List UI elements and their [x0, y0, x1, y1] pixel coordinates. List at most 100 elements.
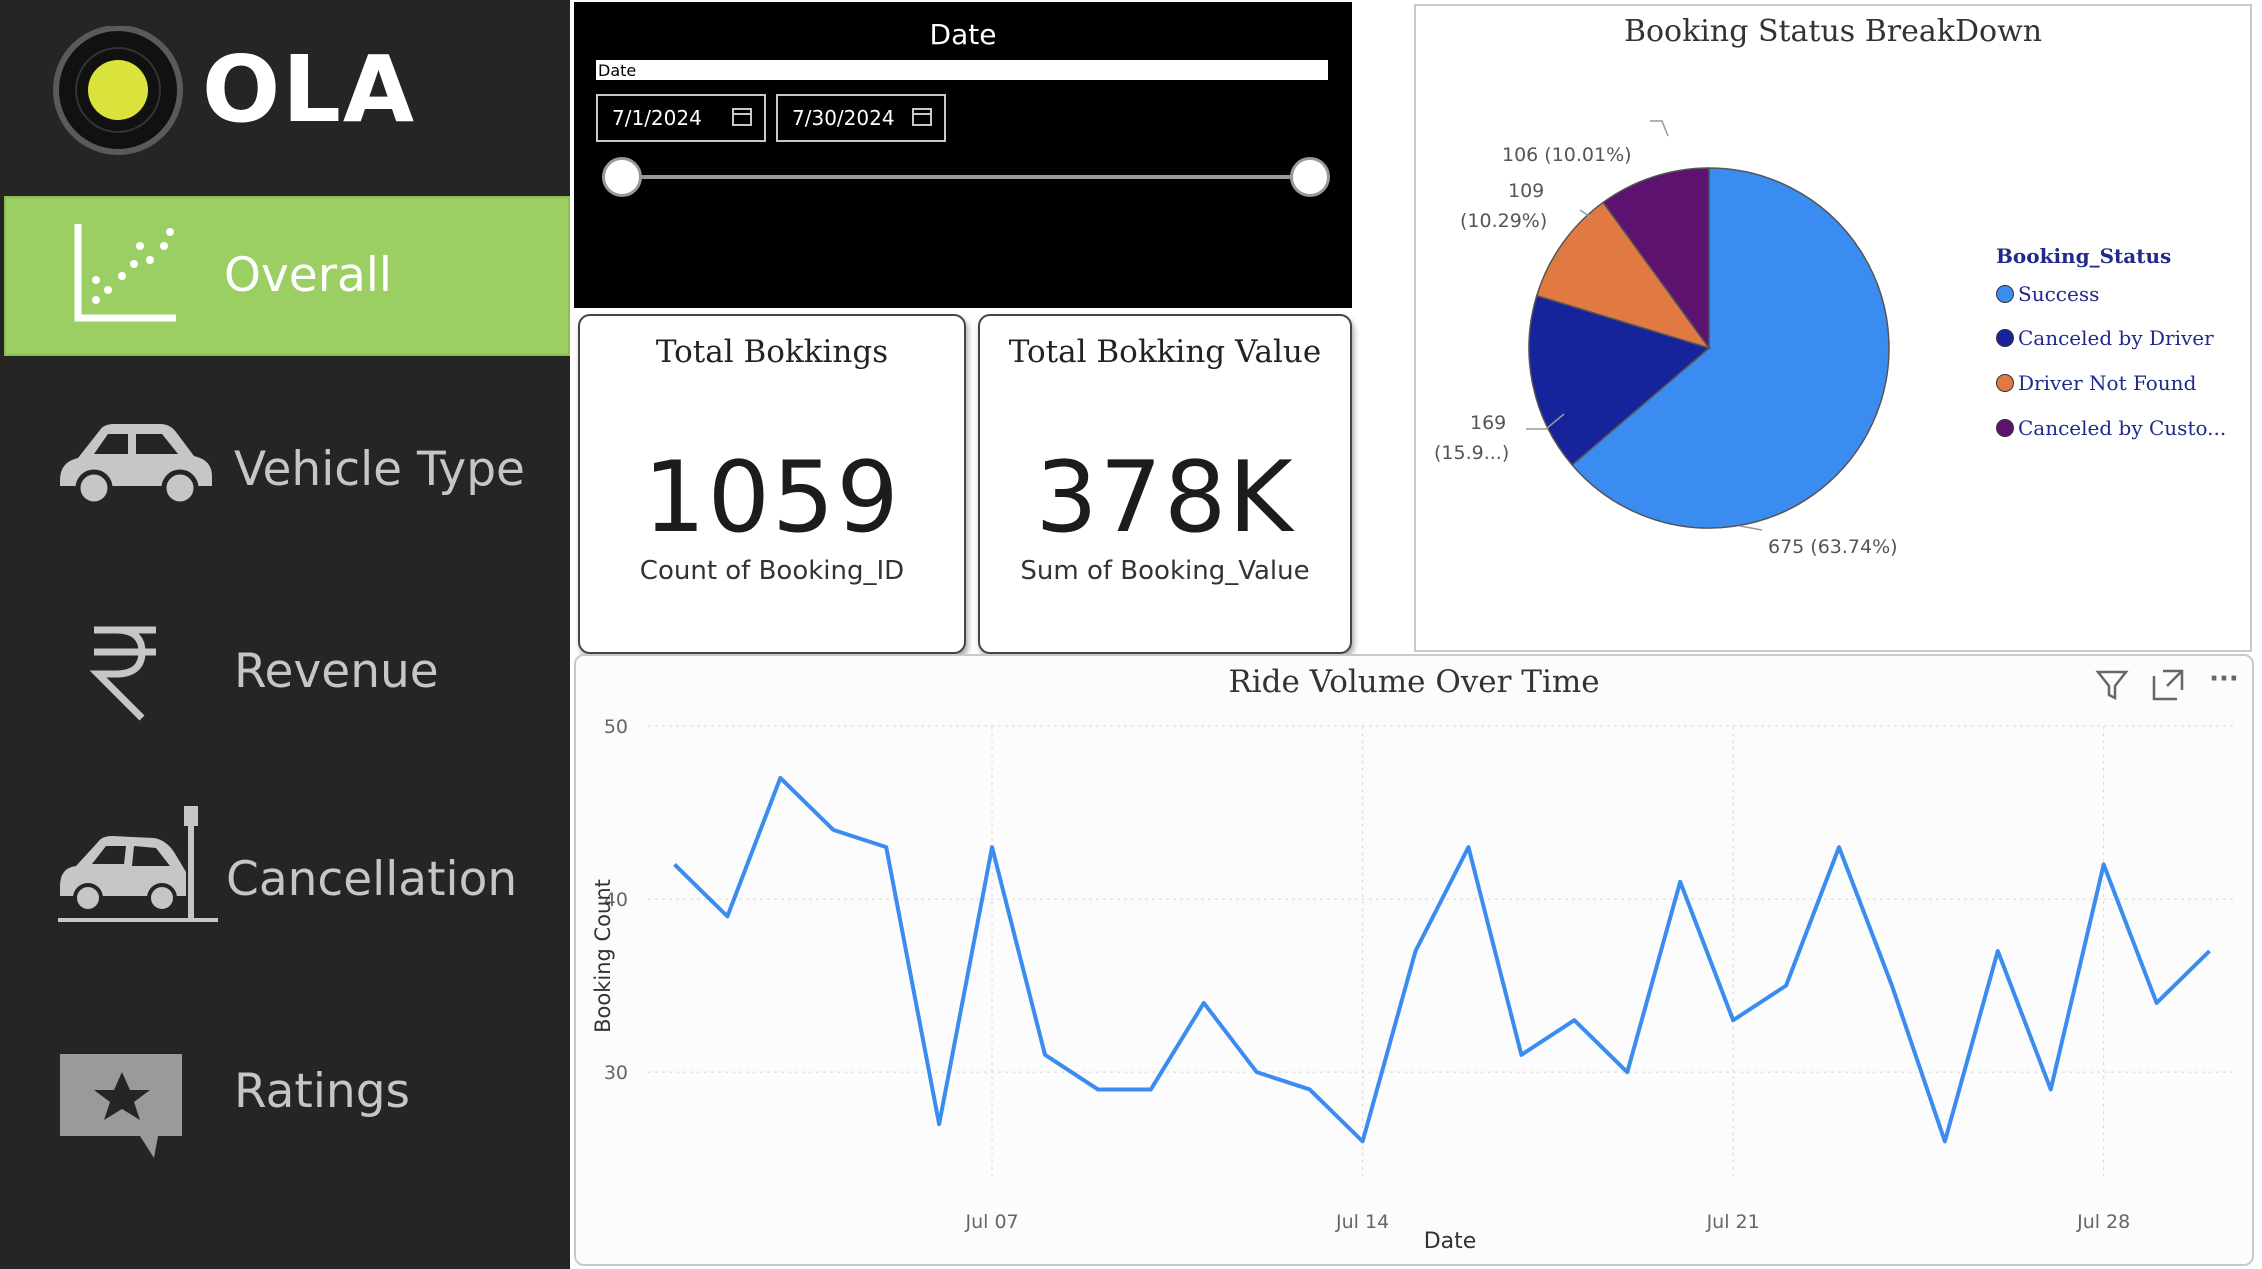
line-chart: 304050Jul 07 Jul 14 Jul 21 Jul 28Booking Co…: [591, 716, 2236, 1254]
data-point[interactable]: [1148, 1086, 1154, 1092]
legend-label: Canceled by Custo...: [2018, 416, 2227, 440]
pie-legend-item-canceled-by-driver[interactable]: Canceled by Driver: [1996, 326, 2214, 350]
car-crash-icon: [58, 806, 218, 922]
date-slicer-title: Date: [929, 18, 997, 51]
legend-label: Success: [2018, 282, 2100, 306]
sidebar-item-vehicle-type[interactable]: Vehicle Type: [4, 392, 570, 552]
pie-slice-label: 675 (63.74%): [1768, 536, 1898, 558]
pie-legend-title: Booking_Status: [1996, 244, 2172, 268]
data-point[interactable]: [1942, 1138, 1948, 1144]
legend-label: Driver Not Found: [2018, 371, 2197, 395]
data-point[interactable]: [2101, 861, 2107, 867]
sidebar-item-label: Cancellation: [226, 852, 518, 907]
car-icon: [60, 424, 212, 507]
x-tick-label: Jul 07: [964, 1211, 1018, 1233]
pie-legend-item-success[interactable]: Success: [1996, 282, 2099, 306]
y-tick-label: 50: [604, 716, 628, 738]
ola-logo-text: OLA: [202, 36, 417, 143]
data-point[interactable]: [1465, 844, 1471, 850]
data-point[interactable]: [1730, 1017, 1736, 1023]
card-subtitle: Sum of Booking_Value: [1020, 556, 1310, 586]
data-point[interactable]: [1360, 1138, 1366, 1144]
data-point[interactable]: [1624, 1069, 1630, 1075]
sidebar-item-overall[interactable]: Overall: [4, 196, 570, 356]
ola-logo: OLA: [52, 25, 452, 156]
y-tick-label: 30: [604, 1062, 628, 1084]
sidebar-item-ratings[interactable]: Ratings: [4, 1014, 570, 1174]
sidebar-item-label: Overall: [224, 248, 392, 303]
pie-slice-label: 106 (10.01%): [1502, 144, 1632, 166]
rupee-icon: [89, 626, 156, 721]
ride-volume-line-panel[interactable]: Ride Volume Over Time ··· 30 40 50 Jul 07 Ju…: [574, 654, 2254, 1266]
data-point[interactable]: [883, 844, 889, 850]
pie-slice-label: (10.29%): [1460, 210, 1548, 232]
card-title: Total Bokking Value: [1008, 334, 1322, 370]
data-point[interactable]: [1201, 1000, 1207, 1006]
total-booking-value-card: Total Bokking Value 378K Sum of Booking_…: [978, 314, 1352, 654]
legend-marker: [1996, 419, 2014, 437]
legend-marker: [1996, 374, 2014, 392]
date-range-slider-track[interactable]: [624, 175, 1300, 179]
sidebar-item-label: Vehicle Type: [234, 442, 525, 497]
data-point[interactable]: [777, 775, 783, 781]
data-point[interactable]: [2154, 1000, 2160, 1006]
pie-slice-label: 169: [1470, 412, 1507, 434]
card-subtitle: Count of Booking_ID: [639, 556, 905, 586]
data-point[interactable]: [1571, 1017, 1577, 1023]
data-point[interactable]: [1783, 983, 1789, 989]
data-point[interactable]: [989, 844, 995, 850]
data-point[interactable]: [1413, 948, 1419, 954]
date-slicer-field-label: Date: [598, 61, 637, 80]
pie-slice-label: 109: [1508, 180, 1545, 202]
date-range-end-handle[interactable]: [1290, 157, 1330, 197]
sidebar: OLA Overall Vehicle Type Revenue Cancell…: [0, 0, 570, 1269]
data-point[interactable]: [1042, 1052, 1048, 1058]
end-date-input[interactable]: 7/30/2024: [776, 94, 946, 142]
data-point[interactable]: [1518, 1052, 1524, 1058]
date-range-start-handle[interactable]: [602, 157, 642, 197]
x-tick-label: Jul 28: [2076, 1211, 2130, 1233]
calendar-icon[interactable]: [912, 108, 932, 126]
legend-label: Canceled by Driver: [2018, 326, 2214, 350]
date-slicer-header: Date: [596, 60, 1328, 80]
sidebar-item-label: Revenue: [234, 644, 439, 699]
data-point[interactable]: [830, 827, 836, 833]
legend-marker: [1996, 285, 2014, 303]
card-value: 1059: [643, 441, 901, 555]
start-date-input[interactable]: 7/1/2024: [596, 94, 766, 142]
calendar-icon[interactable]: [732, 108, 752, 126]
data-point[interactable]: [1095, 1086, 1101, 1092]
end-date-value: 7/30/2024: [792, 106, 895, 130]
data-point[interactable]: [1254, 1069, 1260, 1075]
y-axis-label: Booking Count: [591, 879, 615, 1033]
start-date-value: 7/1/2024: [612, 106, 702, 130]
scatter-chart-icon: [74, 224, 176, 322]
x-tick-label: Jul 14: [1335, 1211, 1389, 1233]
star-comment-icon: [60, 1054, 182, 1158]
data-point[interactable]: [1677, 879, 1683, 885]
total-bookings-card: Total Bokkings 1059 Count of Booking_ID: [578, 314, 966, 654]
legend-marker: [1996, 329, 2014, 347]
data-point[interactable]: [1889, 983, 1895, 989]
data-point[interactable]: [2207, 948, 2213, 954]
x-axis-label: Date: [1424, 1229, 1477, 1254]
card-title: Total Bokkings: [655, 334, 889, 370]
date-slicer: Date Date 7/1/2024 7/30/2024: [574, 2, 1352, 308]
x-tick-label: Jul 21: [1706, 1211, 1760, 1233]
booking-count-series-line[interactable]: [673, 775, 2211, 1144]
data-point[interactable]: [1836, 844, 1842, 850]
data-point[interactable]: [671, 861, 677, 867]
booking-status-pie-panel[interactable]: Booking Status BreakDown 106 (10.01%) 10…: [1414, 4, 2252, 652]
pie-legend-item-canceled-by-customer[interactable]: Canceled by Custo...: [1996, 416, 2226, 440]
data-point[interactable]: [1995, 948, 2001, 954]
sidebar-item-revenue[interactable]: Revenue: [4, 594, 570, 754]
pie-slice-label: (15.9...): [1434, 442, 1510, 464]
card-value: 378K: [1035, 441, 1295, 555]
data-point[interactable]: [936, 1121, 942, 1127]
data-point[interactable]: [2048, 1086, 2054, 1092]
sidebar-item-label: Ratings: [234, 1064, 411, 1119]
pie-legend-item-driver-not-found[interactable]: Driver Not Found: [1996, 371, 2196, 395]
data-point[interactable]: [724, 913, 730, 919]
data-point[interactable]: [1307, 1086, 1313, 1092]
sidebar-item-cancellation[interactable]: Cancellation: [4, 802, 570, 962]
